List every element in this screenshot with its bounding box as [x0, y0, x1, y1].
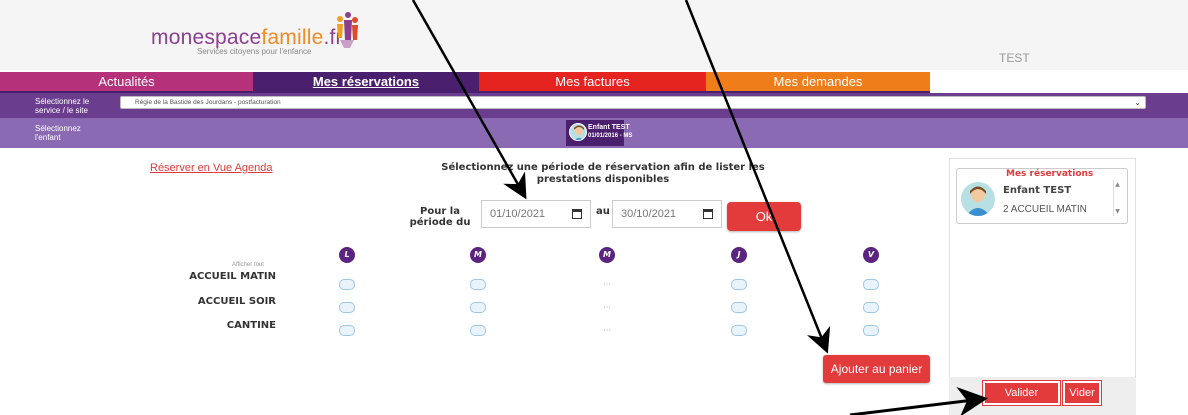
checkbox-accueil-soir-m[interactable] [470, 302, 486, 313]
main-nav-tabs: Actualités Mes réservations Mes factures… [0, 72, 930, 92]
checkbox-cantine-v[interactable] [863, 325, 879, 336]
reservations-panel-title: Mes réservations [1006, 169, 1094, 179]
empty-cart-button[interactable]: Vider [1062, 380, 1102, 406]
site-label-line2: service / le site [35, 106, 88, 115]
child-card-info: 01/01/2016 - MS [588, 133, 633, 139]
unavailable-marker: ··· [603, 303, 611, 312]
site-label-line1: Sélectionnez le [35, 97, 90, 106]
tab-mes-reservations[interactable]: Mes réservations [253, 72, 479, 91]
checkbox-accueil-matin-l[interactable] [339, 279, 355, 290]
day-friday[interactable]: V [863, 247, 879, 263]
day-wednesday[interactable]: M [599, 247, 615, 263]
checkbox-accueil-matin-j[interactable] [731, 279, 747, 290]
reservation-scrollbar[interactable]: ▲ ▼ [1113, 180, 1121, 216]
checkbox-accueil-soir-l[interactable] [339, 302, 355, 313]
row-label-accueil-soir: ACCUEIL SOIR [197, 296, 276, 307]
user-name[interactable]: TEST [999, 51, 1030, 65]
logo-text-part1: monespace [151, 26, 262, 49]
date-from-input[interactable]: 01/10/2021 [481, 200, 591, 228]
child-selection-label: Sélectionnez l'enfant [35, 124, 81, 142]
checkbox-cantine-l[interactable] [339, 325, 355, 336]
day-tuesday[interactable]: M [470, 247, 486, 263]
checkbox-accueil-matin-v[interactable] [863, 279, 879, 290]
tab-mes-demandes[interactable]: Mes demandes [706, 72, 930, 91]
checkbox-accueil-soir-j[interactable] [731, 302, 747, 313]
site-select[interactable]: Régie de la Bastide des Jourdans - postf… [120, 96, 1146, 109]
child-card-name: Enfant TEST [588, 124, 630, 131]
validate-button[interactable]: Valider [982, 380, 1061, 406]
checkbox-cantine-m[interactable] [470, 325, 486, 336]
show-all-link[interactable]: Afficher tout [232, 262, 264, 268]
family-figures-icon [337, 12, 358, 48]
child-card-enfant-test[interactable]: Enfant TEST 01/01/2016 - MS [566, 120, 632, 146]
checkbox-cantine-j[interactable] [731, 325, 747, 336]
ok-button[interactable]: Ok [727, 202, 801, 231]
calendar-icon[interactable] [572, 209, 582, 219]
tab-mes-factures[interactable]: Mes factures [479, 72, 706, 91]
child-avatar-icon [961, 182, 995, 216]
agenda-view-link[interactable]: Réserver en Vue Agenda [150, 162, 273, 174]
date-separator: au [596, 206, 610, 217]
unavailable-marker: ··· [603, 280, 611, 289]
day-thursday[interactable]: J [731, 247, 747, 263]
date-from-value: 01/10/2021 [490, 208, 546, 220]
checkbox-accueil-soir-v[interactable] [863, 302, 879, 313]
period-instruction: Sélectionnez une période de réservation … [441, 162, 765, 185]
checkbox-accueil-matin-m[interactable] [470, 279, 486, 290]
site-selection-label: Sélectionnez le service / le site [35, 97, 89, 115]
unavailable-marker: ··· [603, 326, 611, 335]
tab-actualites[interactable]: Actualités [0, 72, 253, 91]
child-avatar-icon [569, 123, 587, 141]
date-to-input[interactable]: 30/10/2021 [612, 200, 722, 228]
period-label: Pour la période du [409, 206, 471, 228]
logo-tagline: Services citoyens pour l'enfance [197, 47, 312, 56]
date-to-value: 30/10/2021 [621, 208, 677, 220]
chevron-down-icon: ⌄ [1134, 98, 1141, 107]
child-label-line2: l'enfant [35, 133, 61, 142]
logo-text-part2: famille [261, 26, 324, 49]
reservation-detail: 2 ACCUEIL MATIN [1003, 204, 1087, 215]
row-label-accueil-matin: ACCUEIL MATIN [189, 271, 276, 282]
day-monday[interactable]: L [339, 247, 355, 263]
add-to-cart-button[interactable]: Ajouter au panier [823, 355, 930, 383]
reservation-child-name: Enfant TEST [1003, 185, 1072, 196]
site-select-value: Régie de la Bastide des Jourdans - postf… [135, 99, 281, 106]
child-label-line1: Sélectionnez [35, 124, 81, 133]
calendar-icon[interactable] [703, 209, 713, 219]
row-label-cantine: CANTINE [226, 320, 276, 331]
